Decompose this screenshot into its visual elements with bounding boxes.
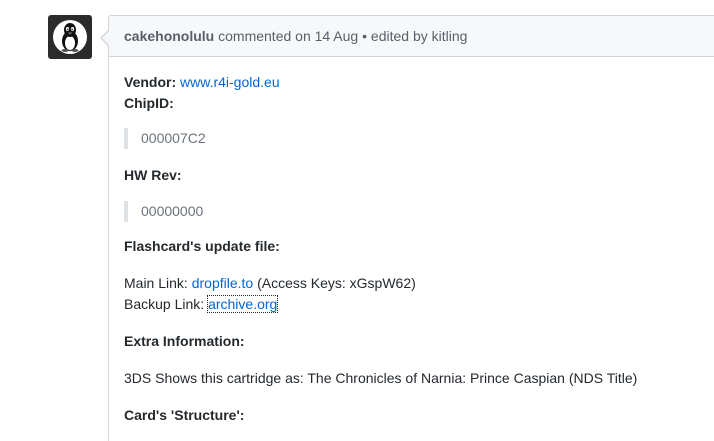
- extra-info-text: 3DS Shows this cartridge as: The Chronic…: [124, 370, 638, 386]
- extra-info-title: Extra Information:: [124, 333, 245, 349]
- structure-title: Card's 'Structure':: [124, 407, 245, 423]
- hwrev-blockquote: 00000000: [124, 201, 714, 222]
- avatar[interactable]: [48, 15, 92, 59]
- chipid-label: ChipID:: [124, 95, 174, 111]
- comment-author[interactable]: cakehonolulu: [124, 28, 214, 44]
- chipid-value: 000007C2: [141, 130, 206, 146]
- backup-link-label: Backup Link:: [124, 296, 205, 312]
- main-link[interactable]: dropfile.to: [192, 275, 253, 291]
- vendor-line: Vendor: www.r4i-gold.eu: [124, 72, 714, 93]
- comment-caret-inner: [102, 31, 109, 45]
- comment-page: cakehonolulu commented on 14 Aug • edite…: [0, 0, 714, 441]
- linux-penguin-icon: [53, 20, 87, 54]
- comment-box: cakehonolulu commented on 14 Aug • edite…: [108, 15, 714, 441]
- vendor-link[interactable]: www.r4i-gold.eu: [180, 74, 280, 90]
- backup-link[interactable]: archive.org: [207, 295, 279, 313]
- edited-by-dropdown[interactable]: edited by kitling: [371, 28, 468, 44]
- chipid-blockquote: 000007C2: [124, 128, 714, 149]
- comment-body: Vendor: www.r4i-gold.eu ChipID: 000007C2…: [109, 57, 714, 426]
- backup-link-line: Backup Link: archive.org: [124, 294, 714, 315]
- hwrev-label: HW Rev:: [124, 167, 182, 183]
- main-link-line: Main Link: dropfile.to (Access Keys: xGs…: [124, 273, 714, 294]
- main-link-label: Main Link:: [124, 275, 188, 291]
- vendor-label: Vendor:: [124, 74, 177, 90]
- comment-timestamp[interactable]: commented on 14 Aug: [218, 28, 358, 44]
- update-file-title: Flashcard's update file:: [124, 238, 280, 254]
- main-link-suffix: (Access Keys: xGspW62): [257, 275, 416, 291]
- comment-header: cakehonolulu commented on 14 Aug • edite…: [109, 16, 714, 57]
- hwrev-value: 00000000: [141, 203, 204, 219]
